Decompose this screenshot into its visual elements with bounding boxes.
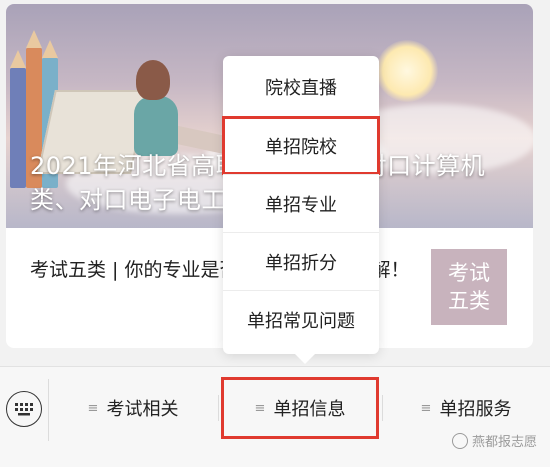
figure-body [134,96,178,156]
menu-lines-icon: ≡ [254,400,266,416]
keyboard-icon [6,391,42,427]
submenu-item-label: 单招专业 [265,195,337,216]
pencil-decoration [10,50,26,188]
article-thumbnail-tag: 考试 五类 [431,249,507,325]
submenu-item-faq[interactable]: 单招常见问题 [223,290,379,349]
watermark-text: 燕都报志愿 [472,435,538,450]
divider [218,395,219,421]
keyboard-toggle-button[interactable] [0,385,48,433]
tab-label: 单招信息 [273,399,346,420]
watermark: 燕都报志愿 [452,431,537,450]
sun-decoration [376,40,438,102]
submenu-item-label: 院校直播 [265,78,337,99]
divider [48,379,49,441]
submenu-item-colleges[interactable]: 单招院校 [222,116,380,175]
tab-admission-info[interactable]: ≡ 单招信息 [221,377,379,439]
submenu-item-label: 单招常见问题 [247,311,355,332]
bottom-menu-bar: ≡ 考试相关 ≡ 单招信息 ≡ 单招服务 [0,366,550,467]
submenu-item-score-conversion[interactable]: 单招折分 [223,232,379,291]
submenu-popup: 院校直播 单招院校 单招专业 单招折分 单招常见问题 [222,56,380,364]
wechat-logo-icon [452,432,468,449]
menu-lines-icon: ≡ [87,400,99,416]
submenu-item-label: 单招院校 [265,137,337,158]
tab-label: 考试相关 [106,399,179,420]
tab-exam-related[interactable]: ≡ 考试相关 [50,377,216,439]
figure-head [136,60,170,100]
menu-lines-icon: ≡ [420,400,432,416]
submenu-item-majors[interactable]: 单招专业 [223,174,379,233]
divider [382,395,383,421]
submenu-item-live[interactable]: 院校直播 [223,58,379,116]
submenu-item-label: 单招折分 [265,253,337,274]
tab-label: 单招服务 [439,399,512,420]
tab-admission-service[interactable]: ≡ 单招服务 [384,377,548,439]
